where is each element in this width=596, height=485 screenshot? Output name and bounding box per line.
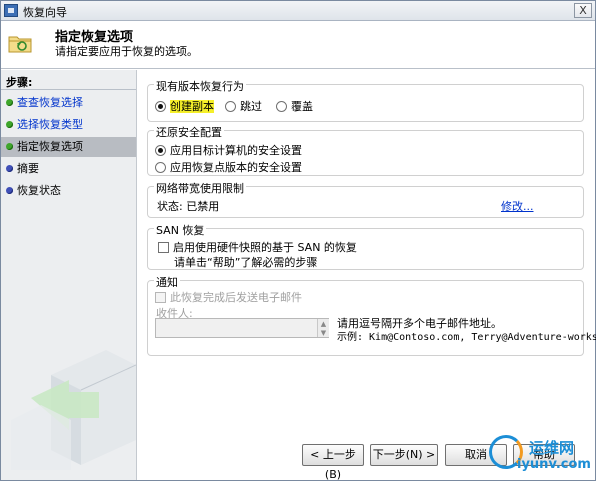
group-title: 还原安全配置: [154, 124, 224, 140]
option-label: 覆盖: [291, 100, 313, 113]
option-create-copy[interactable]: 创建副本: [155, 98, 214, 114]
folder-restore-icon: [8, 36, 32, 53]
bandwidth-group: 网络带宽使用限制 状态: 已禁用 修改...: [147, 180, 584, 218]
wizard-decoration-icon: [11, 350, 136, 470]
radio-skip[interactable]: [225, 100, 236, 112]
step-label: 指定恢复选项: [17, 140, 83, 153]
modify-bandwidth-link[interactable]: 修改...: [501, 198, 534, 214]
window-title: 恢复向导: [23, 6, 67, 19]
radio-overwrite[interactable]: [276, 100, 287, 112]
group-title: 现有版本恢复行为: [154, 78, 246, 94]
close-button[interactable]: X: [574, 3, 592, 18]
watermark-text: 运维网: [529, 439, 575, 457]
san-recovery-group: SAN 恢复 启用使用硬件快照的基于 SAN 的恢复 请单击“帮助”了解必需的步…: [147, 222, 584, 270]
notification-group: 通知 此恢复完成后发送电子邮件 收件人: ▲ ▼ 请用逗号隔开多个电子邮件地址。…: [147, 274, 596, 356]
wizard-header: 指定恢复选项 请指定要应用于恢复的选项。: [1, 22, 595, 69]
checkbox-send-email[interactable]: [155, 291, 166, 303]
option-send-email[interactable]: 此恢复完成后发送电子邮件: [155, 289, 302, 305]
radio-apply-recovery-point-security[interactable]: [155, 161, 166, 173]
group-title: 网络带宽使用限制: [154, 180, 246, 196]
bandwidth-status: 状态: 已禁用: [157, 200, 220, 213]
steps-divider: [1, 89, 136, 90]
step-label: 选择恢复类型: [17, 118, 83, 131]
recipients-input[interactable]: ▲ ▼: [155, 318, 329, 338]
recovery-wizard-window: 恢复向导 X 指定恢复选项 请指定要应用于恢复的选项。 步骤: 查查恢复选择 选…: [0, 0, 596, 481]
option-label: 创建副本: [170, 100, 214, 113]
radio-apply-target-security[interactable]: [155, 144, 166, 156]
scroll-up-icon[interactable]: ▲: [318, 319, 329, 328]
watermark-url: iyunv.com: [517, 457, 591, 472]
back-button[interactable]: < 上一步(B): [302, 444, 364, 481]
step-complete-bullet-icon: [6, 121, 13, 128]
step-specify-recovery-options[interactable]: 指定恢复选项: [1, 137, 136, 157]
option-enable-san-recovery[interactable]: 启用使用硬件快照的基于 SAN 的恢复: [158, 239, 357, 255]
step-complete-bullet-icon: [6, 99, 13, 106]
options-panel: 现有版本恢复行为 创建副本 跳过 覆盖 还原安全配置 应用目标计算机的安全设置 …: [138, 70, 596, 481]
step-recovery-status[interactable]: 恢复状态: [1, 181, 136, 201]
option-label: 应用目标计算机的安全设置: [170, 144, 302, 157]
step-label: 查查恢复选择: [17, 96, 83, 109]
step-summary[interactable]: 摘要: [1, 159, 136, 179]
email-example-text: 示例: Kim@Contoso.com, Terry@Adventure-wor…: [337, 332, 596, 343]
step-label: 摘要: [17, 162, 39, 175]
steps-sidebar: 步骤: 查查恢复选择 选择恢复类型 指定恢复选项 摘要 恢复状态: [1, 70, 137, 480]
option-label: 跳过: [240, 100, 262, 113]
option-apply-recovery-point-security[interactable]: 应用恢复点版本的安全设置: [155, 159, 302, 175]
app-icon: [4, 4, 18, 17]
step-pending-bullet-icon: [6, 165, 13, 172]
san-help-hint: 请单击“帮助”了解必需的步骤: [174, 256, 318, 269]
option-label: 启用使用硬件快照的基于 SAN 的恢复: [173, 241, 357, 254]
option-apply-target-security[interactable]: 应用目标计算机的安全设置: [155, 142, 302, 158]
step-select-recovery-type[interactable]: 选择恢复类型: [1, 115, 136, 135]
recipients-scrollbar[interactable]: ▲ ▼: [317, 319, 329, 337]
restore-security-group: 还原安全配置 应用目标计算机的安全设置 应用恢复点版本的安全设置: [147, 124, 584, 176]
option-label: 应用恢复点版本的安全设置: [170, 161, 302, 174]
option-label: 此恢复完成后发送电子邮件: [170, 291, 302, 304]
step-complete-bullet-icon: [6, 143, 13, 150]
steps-title: 步骤:: [6, 76, 33, 89]
radio-create-copy[interactable]: [155, 100, 166, 112]
next-button[interactable]: 下一步(N) >: [370, 444, 438, 466]
checkbox-enable-san-recovery[interactable]: [158, 241, 169, 253]
scroll-down-icon[interactable]: ▼: [318, 328, 329, 337]
step-review-selection[interactable]: 查查恢复选择: [1, 93, 136, 113]
step-label: 恢复状态: [17, 184, 61, 197]
option-skip[interactable]: 跳过: [225, 98, 262, 114]
group-title: SAN 恢复: [154, 222, 207, 238]
page-subtitle: 请指定要应用于恢复的选项。: [55, 45, 198, 58]
option-overwrite[interactable]: 覆盖: [276, 98, 313, 114]
existing-version-group: 现有版本恢复行为 创建副本 跳过 覆盖: [147, 78, 584, 122]
watermark: 运维网 iyunv.com: [489, 435, 595, 479]
step-pending-bullet-icon: [6, 187, 13, 194]
group-title: 通知: [154, 274, 180, 290]
title-bar: 恢复向导 X: [1, 1, 595, 21]
